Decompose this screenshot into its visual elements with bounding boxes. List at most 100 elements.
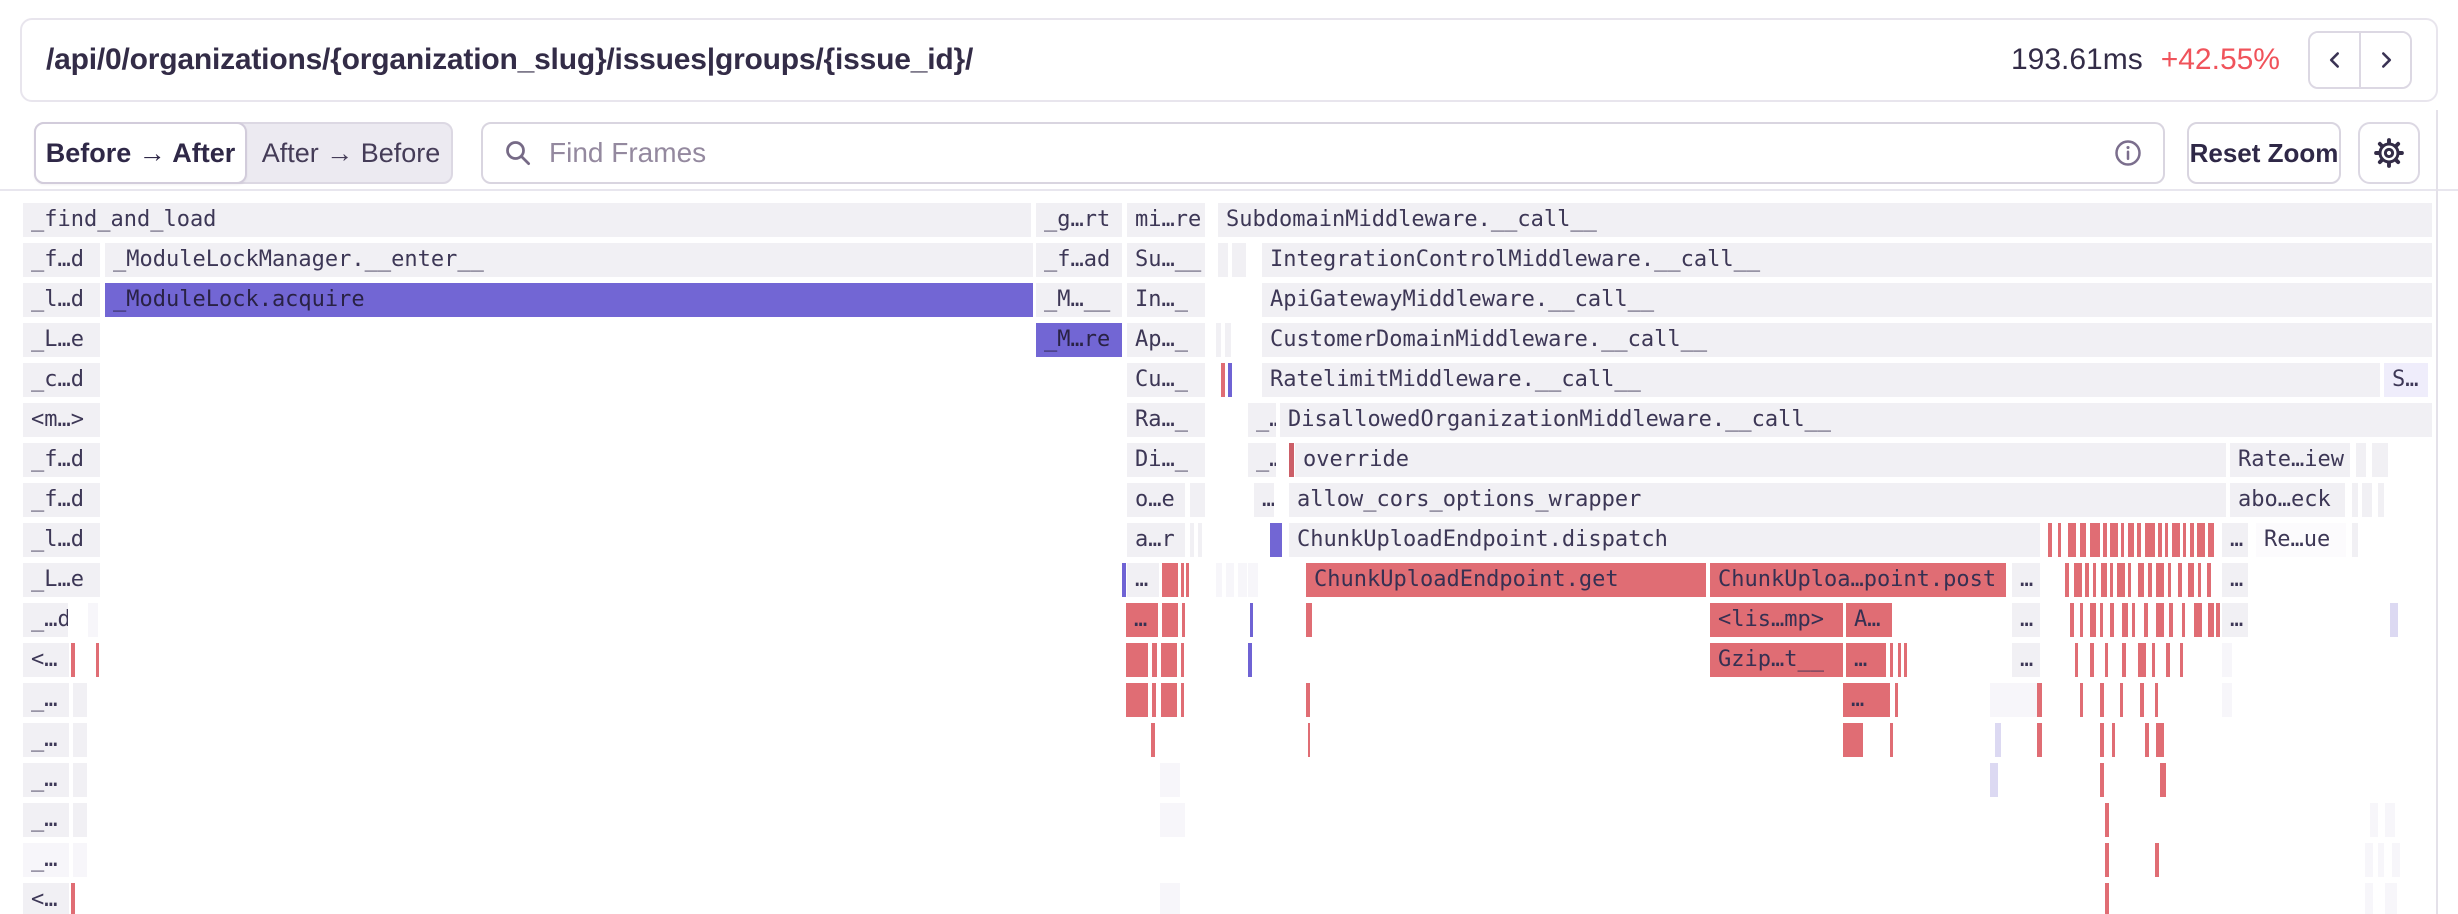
flame-frame-s[interactable]: S… [2384,363,2428,397]
flame-frame[interactable] [2392,843,2400,877]
flame-frame[interactable] [2362,483,2372,517]
flame-frame[interactable] [2370,803,2378,837]
flame-frame[interactable] [1232,243,1246,277]
flame-frame[interactable] [1160,803,1185,837]
flame-frame-modulelock-acquire[interactable]: _ModuleLock.acquire [105,283,1033,317]
flame-frame[interactable] [2070,603,2074,637]
flame-frame[interactable] [96,643,99,677]
flame-frame[interactable] [1190,523,1194,557]
flame-frame[interactable] [73,803,87,837]
flame-frame[interactable] [2356,443,2366,477]
flame-frame[interactable] [2197,523,2205,557]
flame-frame[interactable] [2100,683,2104,717]
flame-frame-frame[interactable]: _… [1248,403,1276,437]
flame-frame[interactable] [2110,523,2118,557]
flame-frame[interactable] [2222,643,2232,677]
flame-frame-f-d[interactable]: _f…d [23,243,100,277]
flame-frame-find-and-load[interactable]: _find_and_load [23,203,1031,237]
flame-frame[interactable] [1216,563,1222,597]
flame-frame-l-e[interactable]: _L…e [23,563,100,597]
flame-frame-subdomainmiddleware-call[interactable]: SubdomainMiddleware.__call__ [1218,203,2432,237]
flame-frame[interactable] [2121,523,2124,557]
flame-frame[interactable] [1248,563,1258,597]
flame-frame[interactable] [1152,683,1156,717]
flame-frame-frame[interactable]: _… [23,723,69,757]
flame-frame[interactable] [2120,683,2123,717]
flamegraph-canvas[interactable]: _find_and_load_g…rtmi…reSubdomainMiddlew… [0,0,2458,914]
flame-frame[interactable] [73,843,87,877]
flame-frame-rate-iew[interactable]: Rate…iew [2230,443,2350,477]
flame-frame-f-d[interactable]: _f…d [23,443,100,477]
flame-frame-frame[interactable]: … [2012,643,2040,677]
flame-frame[interactable] [2110,563,2113,597]
flame-frame-a[interactable]: A… [1846,603,1892,637]
flame-frame[interactable] [1890,723,1893,757]
flame-frame[interactable] [2140,683,2144,717]
flame-frame[interactable] [1306,603,1312,637]
flame-frame[interactable] [1995,723,2001,757]
flame-frame[interactable] [2155,843,2159,877]
flame-frame[interactable] [2198,563,2201,597]
flame-frame[interactable] [1152,643,1157,677]
flame-frame[interactable] [1308,723,1310,757]
flame-frame[interactable] [73,683,87,717]
flame-frame-override[interactable]: override [1295,443,2226,477]
flame-frame-m[interactable]: _M…__ [1036,283,1122,317]
flame-frame[interactable] [1190,483,1205,517]
flame-frame[interactable] [1228,363,1232,397]
flame-frame[interactable] [2169,603,2173,637]
flame-frame[interactable] [2352,523,2358,557]
flame-frame[interactable] [1898,643,1901,677]
flame-frame[interactable] [2208,523,2214,557]
flame-frame-chunkuploa-point-post[interactable]: ChunkUploa…point.post [1710,563,2006,597]
flame-frame-d[interactable]: _…d [23,603,68,637]
flame-frame[interactable] [2378,483,2384,517]
flame-frame[interactable] [1225,323,1231,357]
flame-frame-gzip-t[interactable]: Gzip…t__ [1710,643,1843,677]
flame-frame[interactable] [1186,563,1189,597]
flame-frame-m-re[interactable]: _M…re [1036,323,1122,357]
flame-frame-frame[interactable]: _… [23,763,69,797]
flame-frame-frame[interactable]: _… [23,843,69,877]
flame-frame[interactable] [1248,643,1252,677]
flame-frame[interactable] [2065,563,2069,597]
flame-frame-frame[interactable]: <… [23,643,69,677]
flame-frame[interactable] [2190,523,2194,557]
flame-frame-allow-cors-options-wrapper[interactable]: allow_cors_options_wrapper [1289,483,2226,517]
flame-frame-frame[interactable]: … [1254,483,1274,517]
flame-frame[interactable] [1162,563,1178,597]
flame-frame[interactable] [73,723,87,757]
flame-frame[interactable] [2085,563,2089,597]
flame-frame-frame[interactable]: … [2222,523,2248,557]
flame-frame[interactable] [2145,523,2155,557]
flame-frame[interactable] [1160,763,1180,797]
flame-frame-frame[interactable]: <… [23,883,69,914]
flame-frame[interactable] [2156,723,2164,757]
flame-frame[interactable] [2074,563,2082,597]
flame-frame[interactable] [2352,483,2358,517]
flame-frame[interactable] [2365,843,2373,877]
flame-frame[interactable] [2128,523,2134,557]
flame-frame[interactable] [2365,883,2373,914]
flame-frame-l-d[interactable]: _l…d [23,283,100,317]
flame-frame[interactable] [2166,643,2170,677]
flame-frame[interactable] [1161,643,1177,677]
flame-frame-l-d[interactable]: _l…d [23,523,100,557]
flame-frame-frame[interactable]: … [1126,603,1158,637]
flame-frame[interactable] [2090,523,2100,557]
flame-frame[interactable] [1238,563,1247,597]
flame-frame[interactable] [2080,683,2083,717]
flame-frame[interactable] [88,603,98,637]
flame-frame[interactable] [2101,563,2107,597]
flame-frame[interactable] [2385,803,2395,837]
flame-frame[interactable] [2145,723,2149,757]
flame-frame-frame[interactable]: … [2012,563,2040,597]
flame-frame-l-e[interactable]: _L…e [23,323,100,357]
flame-frame[interactable] [1895,683,1898,717]
flame-frame[interactable] [2090,643,2094,677]
flame-frame[interactable] [1306,683,1310,717]
flame-frame[interactable] [2117,563,2125,597]
flame-frame[interactable] [1181,643,1184,677]
flame-frame[interactable] [2122,643,2126,677]
flame-frame[interactable] [2378,843,2384,877]
